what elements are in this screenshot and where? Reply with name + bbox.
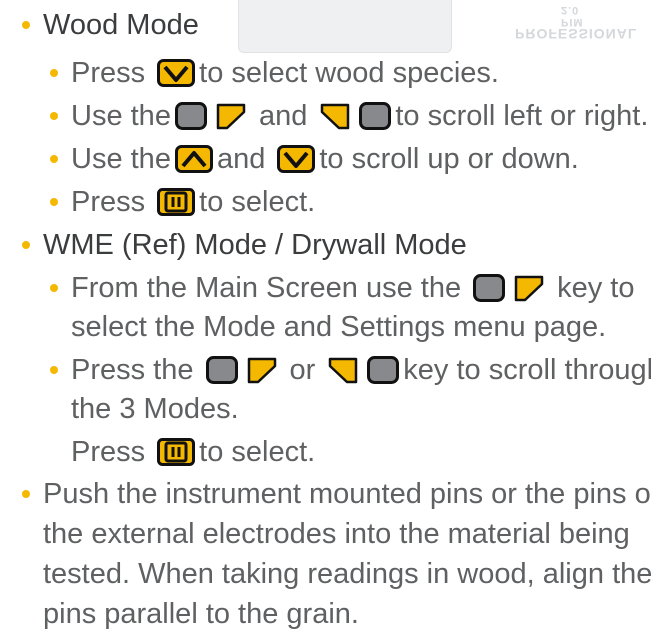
bullet-icon xyxy=(22,490,30,498)
wme-mode-step-2: Press the or key to scroll through xyxy=(50,350,651,390)
gray-key-icon xyxy=(367,356,400,384)
wood-mode-title: Wood Mode xyxy=(43,9,199,41)
step-text: Press xyxy=(71,186,146,218)
gray-key-icon xyxy=(174,102,207,130)
step-text: and xyxy=(258,100,308,132)
select-key-icon xyxy=(157,188,196,216)
step-text: to scroll left or right. xyxy=(395,100,649,132)
wood-mode-step-4: Press to select. xyxy=(50,182,315,222)
wme-mode-step-1: From the Main Screen use the key to xyxy=(50,268,634,308)
step-text: Press xyxy=(71,436,146,468)
step-text: select the Mode and Settings menu page. xyxy=(71,311,607,343)
bullet-icon xyxy=(50,155,58,163)
step-text: the 3 Modes. xyxy=(71,393,239,425)
pins-instruction-4: pins parallel to the grain. xyxy=(43,594,359,634)
paragraph-text: tested. When taking readings in wood, al… xyxy=(43,558,651,590)
step-text: to scroll up or down. xyxy=(319,143,579,175)
right-key-icon xyxy=(321,103,350,130)
device-label-text: PROFESSIONAL xyxy=(515,26,638,42)
step-text: key to scroll through xyxy=(403,354,651,386)
wme-mode-step-3: Press to select. xyxy=(71,432,315,472)
step-text: Use the xyxy=(71,143,171,175)
device-model-text: PIM 2.0 xyxy=(561,4,584,28)
step-text: Press xyxy=(71,57,146,89)
left-key-icon xyxy=(247,357,276,384)
device-image: PIM 2.0 PROFESSIONAL xyxy=(238,0,637,53)
bullet-icon xyxy=(50,198,58,206)
bullet-icon xyxy=(50,112,58,120)
select-key-icon xyxy=(157,438,196,466)
bullet-icon xyxy=(22,21,30,29)
wood-mode-heading: Wood Mode xyxy=(22,5,199,45)
down-key-icon xyxy=(277,145,316,173)
up-key-icon xyxy=(174,145,213,173)
down-key-icon xyxy=(157,59,196,87)
paragraph-text: pins parallel to the grain. xyxy=(43,598,359,630)
wood-mode-step-3: Use the and to scroll up or down. xyxy=(50,139,579,179)
paragraph-text: the external electrodes into the materia… xyxy=(43,518,630,550)
step-text: to select. xyxy=(199,436,316,468)
left-key-icon xyxy=(216,103,246,130)
step-text: key to xyxy=(557,272,635,304)
bullet-icon xyxy=(50,69,58,77)
wme-mode-step-1-cont: select the Mode and Settings menu page. xyxy=(71,307,606,347)
wme-mode-heading: WME (Ref) Mode / Drywall Mode xyxy=(22,225,467,265)
bullet-icon xyxy=(50,284,58,292)
pins-instruction-2: the external electrodes into the materia… xyxy=(43,514,630,554)
step-text: and xyxy=(216,143,266,175)
step-text: From the Main Screen use the xyxy=(71,272,462,304)
step-text: to select wood species. xyxy=(199,57,499,89)
pins-instruction-3: tested. When taking readings in wood, al… xyxy=(43,554,651,594)
bullet-icon xyxy=(22,241,30,249)
right-key-icon xyxy=(329,357,358,384)
gray-key-icon xyxy=(205,356,238,384)
step-text: or xyxy=(289,354,316,386)
wood-mode-step-1: Press to select wood species. xyxy=(50,53,499,93)
step-text: Press the xyxy=(71,354,194,386)
gray-key-icon xyxy=(359,102,392,130)
step-text: to select. xyxy=(199,186,316,218)
wood-mode-step-2: Use the and to scroll left or right. xyxy=(50,96,648,136)
gray-key-icon xyxy=(473,274,506,302)
pins-instruction-1: Push the instrument mounted pins or the … xyxy=(22,474,651,514)
bullet-icon xyxy=(50,366,58,374)
left-key-icon xyxy=(514,275,544,302)
paragraph-text: Push the instrument mounted pins or the … xyxy=(43,478,651,510)
wme-mode-step-2-cont: the 3 Modes. xyxy=(71,389,239,429)
wme-mode-title: WME (Ref) Mode / Drywall Mode xyxy=(43,229,467,261)
step-text: Use the xyxy=(71,100,171,132)
